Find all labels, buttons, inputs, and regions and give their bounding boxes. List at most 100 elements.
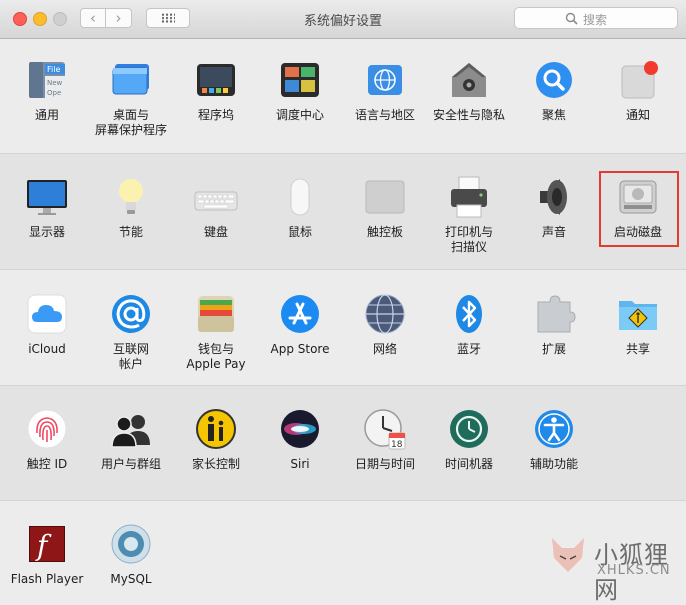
pref-label: 扩展	[541, 342, 566, 356]
pref-label: 共享	[625, 342, 650, 356]
search-field[interactable]: 搜索	[514, 7, 678, 29]
pref-label: 显示器	[28, 225, 65, 239]
sharing-icon	[616, 292, 660, 336]
pref-label: 声音	[541, 225, 566, 239]
bluetooth-icon	[447, 292, 491, 336]
title-bar: ‹ › 系统偏好设置 搜索	[0, 0, 686, 39]
icloud-icon	[25, 292, 69, 336]
pref-notifications[interactable]: 通知	[596, 58, 680, 123]
pref-label: 用户与群组	[100, 457, 161, 471]
pref-label: 调度中心	[275, 108, 324, 122]
pref-accessibility[interactable]: 辅助功能	[512, 407, 596, 472]
desktop-screensaver-icon	[109, 58, 153, 102]
pref-label: MySQL	[110, 572, 152, 586]
security-privacy-icon	[447, 58, 491, 102]
pref-general[interactable]: File New Ope 通用	[5, 58, 89, 123]
pref-label: 网络	[372, 342, 397, 356]
pref-time-machine[interactable]: 时间机器	[427, 407, 511, 472]
pref-sound[interactable]: 声音	[512, 175, 596, 240]
pref-label: 打印机与 扫描仪	[444, 225, 493, 254]
pref-date-time[interactable]: 18 日期与时间	[343, 407, 427, 472]
pref-label: 触控板	[366, 225, 403, 239]
pref-label: 互联网 帐户	[112, 342, 149, 371]
fox-watermark-logo-icon	[552, 538, 584, 572]
pref-wallet-applepay[interactable]: 钱包与 Apple Pay	[174, 292, 258, 372]
pref-label: 辅助功能	[529, 457, 578, 471]
pref-label: 节能	[118, 225, 143, 239]
accessibility-icon	[532, 407, 576, 451]
pref-label: 家长控制	[191, 457, 240, 471]
svg-text:Ope: Ope	[47, 89, 61, 97]
pref-label: App Store	[270, 342, 330, 356]
sound-icon	[532, 175, 576, 219]
pref-label: 蓝牙	[456, 342, 481, 356]
pref-displays[interactable]: 显示器	[5, 175, 89, 240]
pref-mysql[interactable]: MySQL	[89, 522, 173, 587]
pref-label: Flash Player	[10, 572, 84, 586]
pref-label: 触控 ID	[26, 457, 68, 471]
pref-icloud[interactable]: iCloud	[5, 292, 89, 357]
pref-label: 聚焦	[541, 108, 566, 122]
pref-mouse[interactable]: 鼠标	[258, 175, 342, 240]
displays-icon	[25, 175, 69, 219]
extensions-icon	[532, 292, 576, 336]
pref-bluetooth[interactable]: 蓝牙	[427, 292, 511, 357]
printers-scanners-icon	[447, 175, 491, 219]
pref-trackpad[interactable]: 触控板	[343, 175, 427, 240]
pref-keyboard[interactable]: 键盘	[174, 175, 258, 240]
wallet-applepay-icon	[194, 292, 238, 336]
pref-users-groups[interactable]: 用户与群组	[89, 407, 173, 472]
pref-label: 通知	[625, 108, 650, 122]
pref-spotlight[interactable]: 聚焦	[512, 58, 596, 123]
dock-icon	[194, 58, 238, 102]
pref-app-store[interactable]: App Store	[258, 292, 342, 357]
pref-dock[interactable]: 程序坞	[174, 58, 258, 123]
pref-internet-accounts[interactable]: 互联网 帐户	[89, 292, 173, 372]
pref-security-privacy[interactable]: 安全性与隐私	[427, 58, 511, 123]
pref-flash-player[interactable]: f Flash Player	[5, 522, 89, 587]
search-icon	[565, 12, 578, 25]
pref-language-region[interactable]: 语言与地区	[343, 58, 427, 123]
pref-label: 时间机器	[444, 457, 493, 471]
siri-icon	[278, 407, 322, 451]
mysql-icon	[109, 522, 153, 566]
users-groups-icon	[109, 407, 153, 451]
touch-id-icon	[25, 407, 69, 451]
pref-extensions[interactable]: 扩展	[512, 292, 596, 357]
pref-parental-controls[interactable]: 家长控制	[174, 407, 258, 472]
internet-accounts-icon	[109, 292, 153, 336]
pref-desktop-screensaver[interactable]: 桌面与 屏幕保护程序	[89, 58, 173, 138]
pref-sharing[interactable]: 共享	[596, 292, 680, 357]
pref-label: 钱包与 Apple Pay	[186, 342, 246, 371]
app-store-icon	[278, 292, 322, 336]
time-machine-icon	[447, 407, 491, 451]
spotlight-icon	[532, 58, 576, 102]
pref-label: 通用	[34, 108, 59, 122]
pref-network[interactable]: 网络	[343, 292, 427, 357]
svg-text:New: New	[47, 79, 63, 87]
svg-text:18: 18	[391, 440, 403, 450]
mouse-icon	[278, 175, 322, 219]
search-placeholder: 搜索	[583, 13, 608, 27]
flash-player-icon: f	[25, 522, 69, 566]
pref-label: 鼠标	[287, 225, 312, 239]
pref-label: 桌面与 屏幕保护程序	[94, 108, 167, 137]
energy-saver-icon	[109, 175, 153, 219]
trackpad-icon	[363, 175, 407, 219]
pref-label: 程序坞	[197, 108, 234, 122]
network-icon	[363, 292, 407, 336]
pref-siri[interactable]: Siri	[258, 407, 342, 472]
pref-label: 日期与时间	[354, 457, 415, 471]
pref-energy-saver[interactable]: 节能	[89, 175, 173, 240]
svg-text:File: File	[47, 65, 60, 74]
date-time-icon: 18	[363, 407, 407, 451]
notifications-icon	[616, 58, 660, 102]
general-icon: File New Ope	[25, 58, 69, 102]
pref-mission-control[interactable]: 调度中心	[258, 58, 342, 123]
keyboard-icon	[194, 175, 238, 219]
pref-label: 安全性与隐私	[432, 108, 505, 122]
pref-touch-id[interactable]: 触控 ID	[5, 407, 89, 472]
language-region-icon	[363, 58, 407, 102]
pref-printers-scanners[interactable]: 打印机与 扫描仪	[427, 175, 511, 255]
mission-control-icon	[278, 58, 322, 102]
